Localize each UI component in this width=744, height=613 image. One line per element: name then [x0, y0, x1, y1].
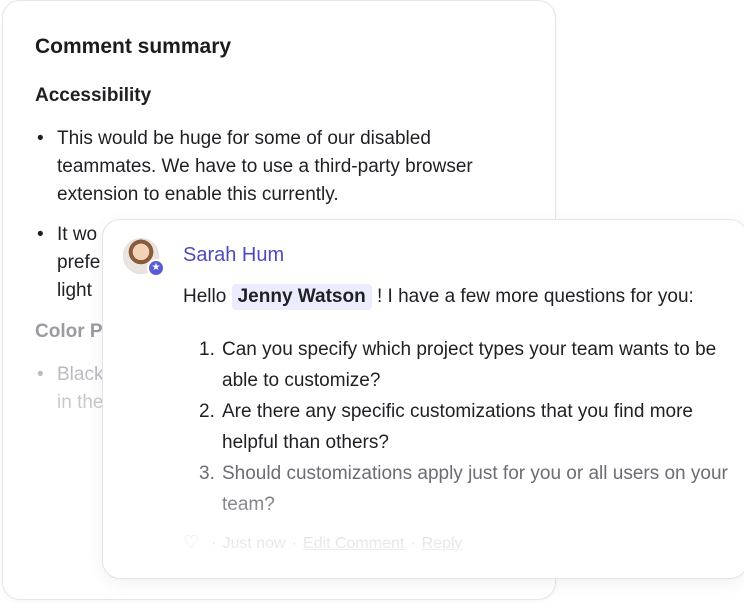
- separator: ·: [291, 535, 297, 552]
- heart-outline-icon[interactable]: ♡: [183, 532, 199, 553]
- question-text: Should customizations apply just for you…: [222, 463, 728, 515]
- question-item: 2. Are there any specific customizations…: [199, 396, 742, 458]
- comment-card: ★ Sarah Hum Hello Jenny Watson ! I have …: [102, 219, 744, 579]
- question-text: Are there any specific customizations th…: [222, 401, 694, 453]
- summary-item-text: Black: [57, 364, 104, 385]
- separator: ·: [410, 535, 416, 552]
- stage: Comment summary Accessibility • This wou…: [0, 0, 744, 613]
- edit-comment-link[interactable]: Edit Comment: [303, 535, 404, 552]
- question-item: 1. Can you specify which project types y…: [199, 334, 742, 396]
- summary-item-text: light: [57, 280, 92, 301]
- question-number: 2.: [199, 401, 215, 422]
- summary-title: Comment summary: [35, 35, 232, 58]
- question-number: 3.: [199, 463, 215, 484]
- question-number: 1.: [199, 339, 215, 360]
- question-item: 3. Should customizations apply just for …: [199, 458, 742, 520]
- reply-link[interactable]: Reply: [422, 535, 463, 552]
- question-list: 1. Can you specify which project types y…: [183, 334, 743, 520]
- summary-item: • This would be huge for some of our dis…: [37, 125, 527, 209]
- summary-item-text: in the: [57, 392, 104, 413]
- separator: ·: [211, 535, 217, 552]
- comment-footer: ♡ · Just now · Edit Comment · Reply: [183, 532, 463, 553]
- star-badge-icon: ★: [147, 259, 165, 277]
- bullet: •: [37, 224, 44, 245]
- comment-body: Hello Jenny Watson ! I have a few more q…: [183, 284, 743, 520]
- summary-item-text: This would be huge for some of our disab…: [57, 128, 473, 205]
- comment-greeting: Hello Jenny Watson ! I have a few more q…: [183, 284, 743, 310]
- user-mention[interactable]: Jenny Watson: [231, 284, 372, 310]
- section-heading-accessibility: Accessibility: [35, 85, 152, 106]
- bullet: •: [37, 128, 44, 149]
- summary-item-text: It wo: [57, 224, 98, 245]
- greeting-prefix: Hello: [183, 286, 227, 307]
- question-text: Can you specify which project types your…: [222, 339, 717, 391]
- summary-item-text: prefe: [57, 252, 101, 273]
- greeting-suffix: ! I have a few more questions for you:: [376, 286, 694, 307]
- comment-timestamp: Just now: [222, 535, 286, 552]
- comment-author[interactable]: Sarah Hum: [183, 244, 284, 267]
- bullet: •: [37, 364, 44, 385]
